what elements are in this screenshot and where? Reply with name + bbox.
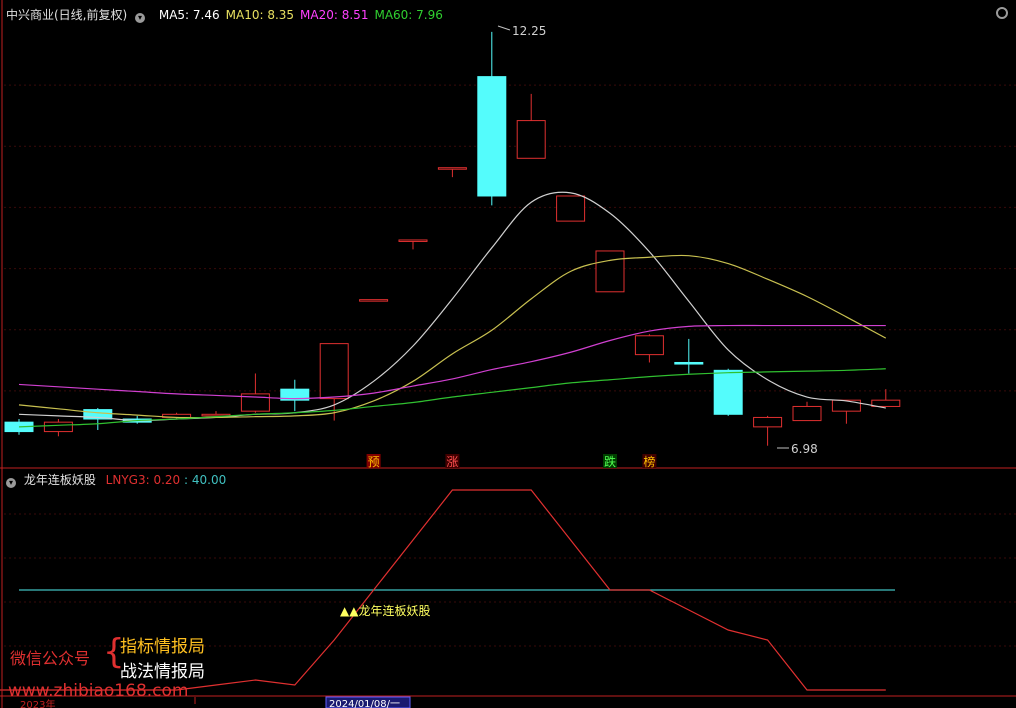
max-price-arrow xyxy=(497,25,511,31)
indicator-header: ▾ 龙年连板妖股 LNYG3: 0.20 : 40.00 xyxy=(6,471,226,488)
signal-marker: 预 xyxy=(368,455,380,469)
candle xyxy=(280,379,310,412)
settings-icon[interactable] xyxy=(996,7,1008,19)
candle xyxy=(595,250,625,293)
candle xyxy=(516,93,546,159)
ma-line-ma5 xyxy=(18,191,886,422)
ma-label-1: MA10: 8.35 xyxy=(225,8,295,22)
ma-label-0: MA5: 7.46 xyxy=(158,8,220,22)
candle xyxy=(831,399,861,424)
cursor-date: 2024/01/08/一 xyxy=(329,699,400,708)
candle-layer xyxy=(4,31,901,446)
indicator-signal-label: ▲▲龙年连板妖股 xyxy=(340,603,430,618)
stock-title: 中兴商业(日线,前复权) xyxy=(6,8,128,22)
chart-canvas[interactable]: 12.25 6.98 预涨跌榜 ▲▲龙年连板妖股 2024/01/08/一 20… xyxy=(0,0,1016,708)
candle xyxy=(871,389,901,407)
signal-markers: 预涨跌榜 xyxy=(366,454,657,469)
wechat-label: 微信公众号 xyxy=(10,649,91,668)
ma-line-ma20 xyxy=(18,324,886,400)
indicator-grid xyxy=(4,513,1016,647)
dropdown-icon[interactable]: ▾ xyxy=(135,13,146,23)
ma-label-2: MA20: 8.51 xyxy=(300,8,369,22)
candle xyxy=(753,415,783,446)
signal-marker: 榜 xyxy=(643,454,655,469)
watermark-line1: 指标情报局 xyxy=(120,637,205,657)
watermark-line2: 战法情报局 xyxy=(120,662,205,682)
candle xyxy=(792,401,822,422)
watermark-url[interactable]: www.zhibiao168.com xyxy=(8,681,188,701)
candle xyxy=(437,167,467,178)
indicator-name: 龙年连板妖股 xyxy=(23,473,96,487)
candle xyxy=(713,368,743,416)
candle xyxy=(43,419,73,437)
signal-marker: 跌 xyxy=(604,454,616,469)
ma-layer xyxy=(18,191,887,428)
candle xyxy=(634,334,664,363)
candle xyxy=(674,338,704,374)
ma-label-3: MA60: 7.96 xyxy=(374,8,443,22)
min-price-label: 6.98 xyxy=(791,442,818,456)
indicator-value-label: : 40.00 xyxy=(184,473,227,487)
price-header: 中兴商业(日线,前复权) ▾ MA5: 7.46 MA10: 8.35 MA20: … xyxy=(6,6,443,23)
signal-marker: 涨 xyxy=(446,454,458,469)
max-price-label: 12.25 xyxy=(512,24,546,38)
candle xyxy=(240,373,270,413)
ma-line-ma10 xyxy=(18,254,887,419)
price-grid xyxy=(4,84,1016,392)
candle xyxy=(477,31,507,206)
candle xyxy=(556,195,586,222)
candle xyxy=(359,299,389,302)
lnyg3-label: LNYG3: 0.20 xyxy=(105,473,181,487)
dropdown-icon[interactable]: ▾ xyxy=(6,478,16,488)
candle xyxy=(398,239,428,250)
